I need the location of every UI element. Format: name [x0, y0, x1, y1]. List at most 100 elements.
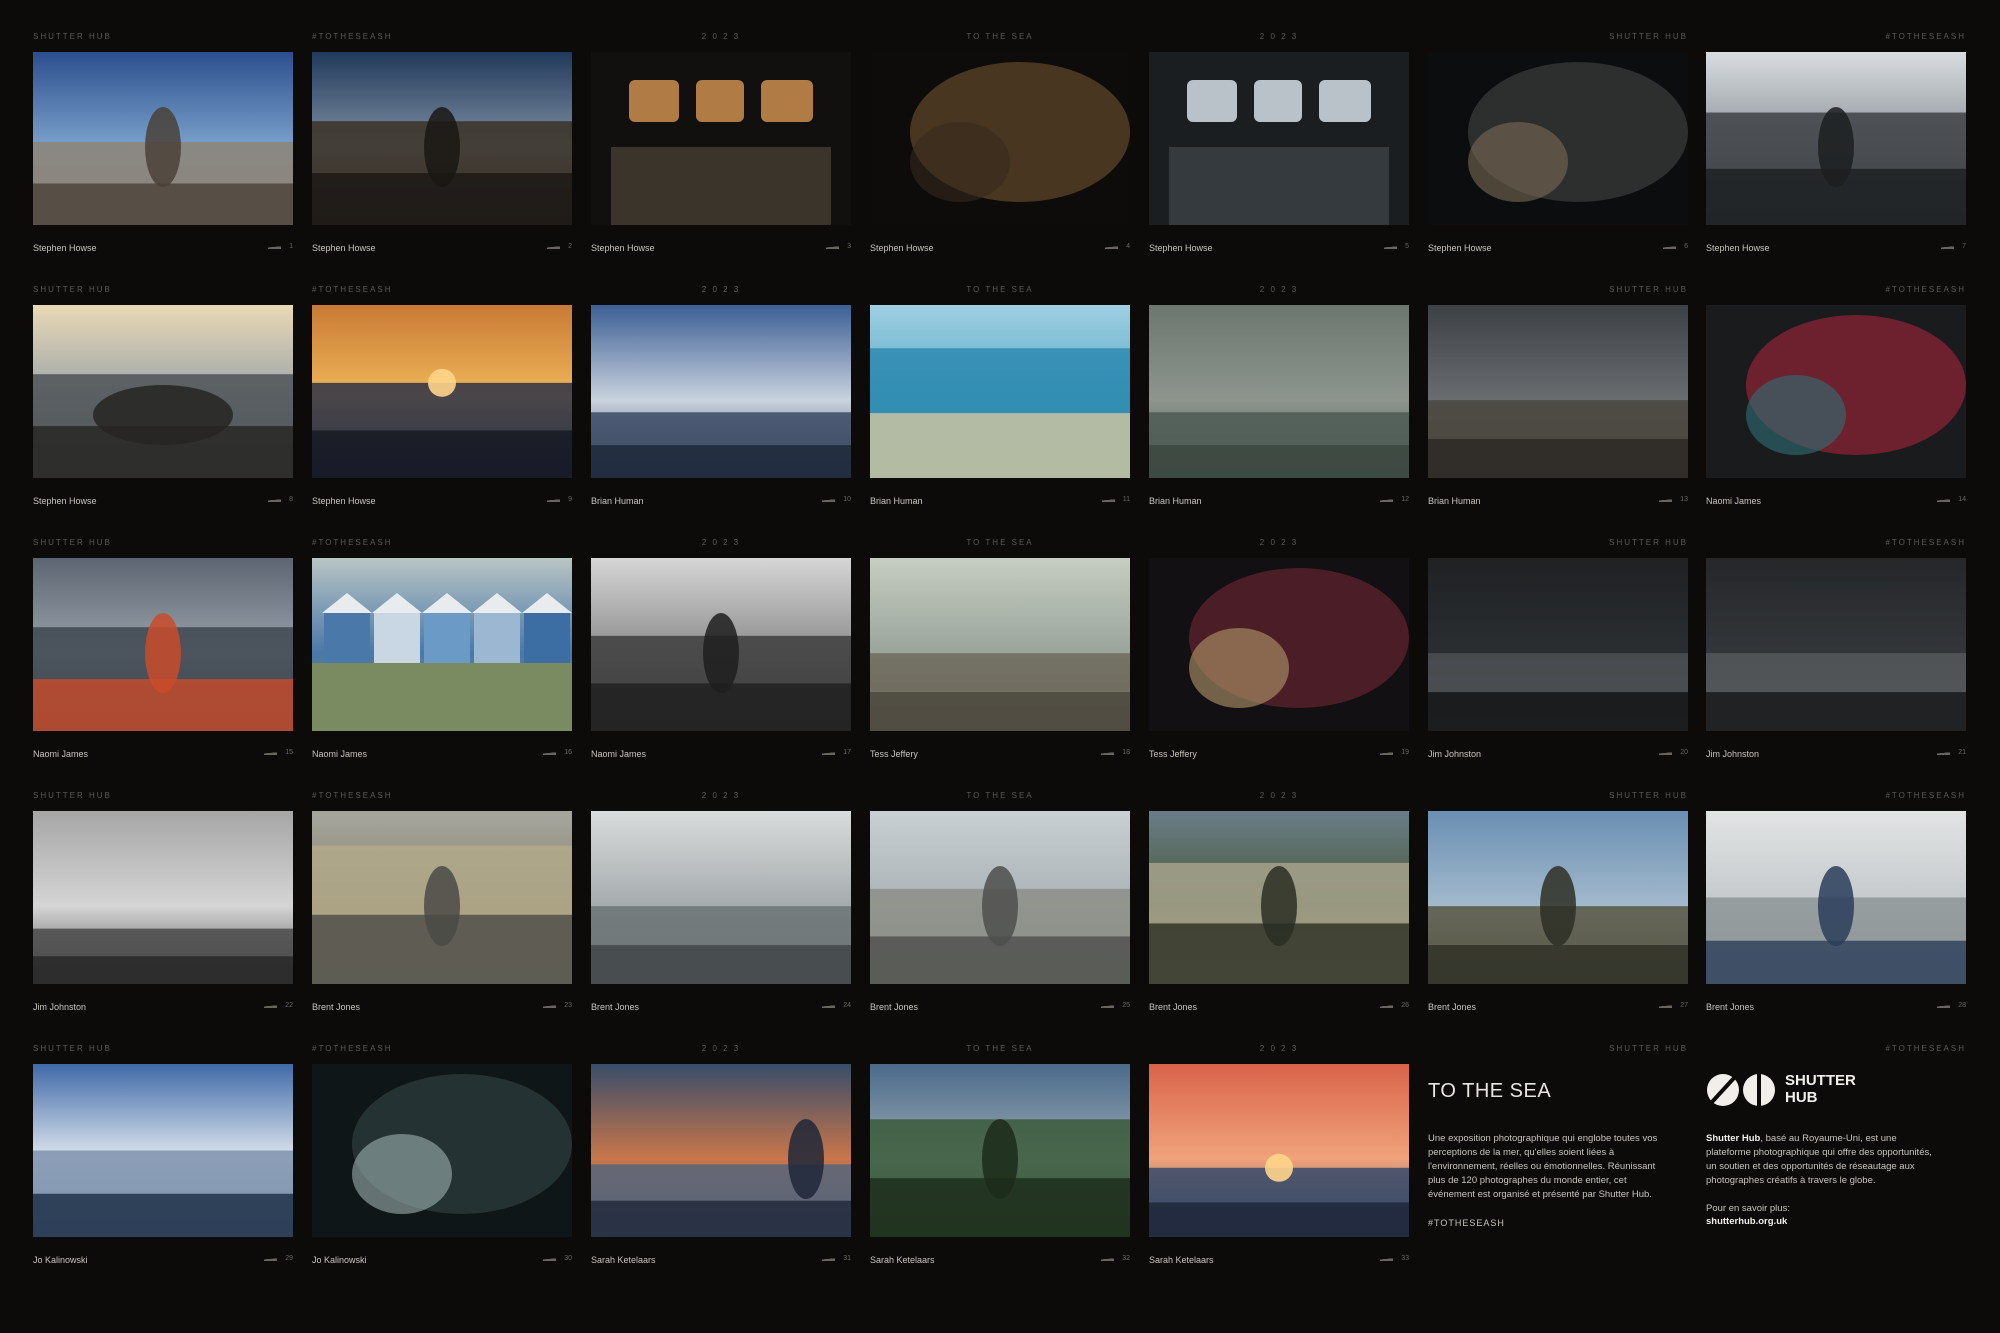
flag-icon: [1105, 244, 1119, 249]
flag-icon: [1380, 497, 1394, 502]
photo-thumbnail[interactable]: [1428, 305, 1688, 478]
photo-number: 26: [1380, 1002, 1409, 1009]
photographer-name: Naomi James: [312, 749, 368, 759]
flag-icon: [268, 497, 282, 502]
photo-thumbnail[interactable]: [1706, 811, 1966, 984]
grid-cell: 2 0 2 3 Stephen Howse 3: [591, 32, 851, 285]
photo-thumbnail[interactable]: [312, 811, 572, 984]
photo-number: 8: [268, 496, 293, 503]
grid-cell: 2 0 2 3 Brian Human 12: [1149, 285, 1409, 538]
grid-cell: SHUTTER HUB Jim Johnston 22: [33, 791, 293, 1044]
photo-number-text: 29: [285, 1255, 293, 1262]
photo-thumbnail[interactable]: [1149, 1064, 1409, 1237]
flag-icon: [1380, 750, 1394, 755]
photo-number-text: 20: [1680, 749, 1688, 756]
exhibition-hashtag: #TOTHESEASH: [1428, 1218, 1505, 1228]
photo-thumbnail[interactable]: [1428, 558, 1688, 731]
photo-image: [591, 1064, 851, 1237]
photo-number-text: 8: [289, 496, 293, 503]
photo-image: [870, 52, 1130, 225]
photo-thumbnail[interactable]: [33, 558, 293, 731]
photo-number: 5: [1384, 243, 1409, 250]
photo-image: [1149, 305, 1409, 478]
photo-thumbnail[interactable]: [1428, 52, 1688, 225]
photo-thumbnail[interactable]: [312, 305, 572, 478]
photo-thumbnail[interactable]: [591, 52, 851, 225]
photo-thumbnail[interactable]: [591, 1064, 851, 1237]
grid-cell: SHUTTER HUB Stephen Howse 6: [1428, 32, 1688, 285]
photo-thumbnail[interactable]: [312, 1064, 572, 1237]
photo-number: 10: [822, 496, 851, 503]
photo-image: [33, 52, 293, 225]
photo-image: [1706, 305, 1966, 478]
flag-icon: [826, 244, 840, 249]
photographer-name: Naomi James: [591, 749, 647, 759]
grid-cell: #TOTHESEASH Naomi James 16: [312, 538, 572, 791]
column-header: #TOTHESEASH: [312, 538, 393, 547]
flag-icon: [1101, 1256, 1115, 1261]
photo-number: 22: [264, 1002, 293, 1009]
photo-thumbnail[interactable]: [1706, 305, 1966, 478]
grid-cell: #TOTHESEASH Naomi James 14: [1706, 285, 1966, 538]
photo-image: [870, 1064, 1130, 1237]
photo-thumbnail[interactable]: [1149, 811, 1409, 984]
photo-image: [1706, 811, 1966, 984]
photo-image: [1706, 558, 1966, 731]
photo-thumbnail[interactable]: [870, 811, 1130, 984]
photo-number-text: 11: [1122, 496, 1130, 503]
photo-number: 14: [1937, 496, 1966, 503]
photo-thumbnail[interactable]: [312, 52, 572, 225]
flag-icon: [264, 1256, 278, 1261]
photographer-name: Stephen Howse: [591, 243, 655, 253]
photo-image: [1706, 52, 1966, 225]
photo-number: 9: [547, 496, 572, 503]
grid-cell: #TOTHESEASH Brent Jones 28: [1706, 791, 1966, 1044]
photo-thumbnail[interactable]: [870, 305, 1130, 478]
photo-number: 19: [1380, 749, 1409, 756]
photo-thumbnail[interactable]: [1149, 305, 1409, 478]
photo-image: [870, 305, 1130, 478]
photo-image: [312, 1064, 572, 1237]
grid-cell: 2 0 2 3 Stephen Howse 5: [1149, 32, 1409, 285]
photo-thumbnail[interactable]: [33, 52, 293, 225]
photo-number: 13: [1659, 496, 1688, 503]
flag-icon: [264, 750, 278, 755]
column-header: TO THE SEA: [966, 32, 1034, 41]
photo-thumbnail[interactable]: [870, 52, 1130, 225]
website-link[interactable]: shutterhub.org.uk: [1706, 1216, 1787, 1227]
photo-thumbnail[interactable]: [591, 558, 851, 731]
photo-thumbnail[interactable]: [591, 811, 851, 984]
photographer-name: Naomi James: [33, 749, 89, 759]
flag-icon: [1101, 750, 1115, 755]
grid-cell: TO THE SEA Sarah Ketelaars 32: [870, 1044, 1130, 1297]
column-header: SHUTTER HUB: [33, 791, 112, 800]
photo-thumbnail[interactable]: [1149, 558, 1409, 731]
column-header: #TOTHESEASH: [1885, 538, 1966, 547]
photo-thumbnail[interactable]: [1706, 52, 1966, 225]
flag-icon: [1101, 497, 1115, 502]
photo-image: [1149, 558, 1409, 731]
flag-icon: [822, 497, 836, 502]
photo-thumbnail[interactable]: [33, 1064, 293, 1237]
grid-cell: #TOTHESEASH Brent Jones 23: [312, 791, 572, 1044]
photo-thumbnail[interactable]: [1149, 52, 1409, 225]
grid-cell: #TOTHESEASH Stephen Howse 7: [1706, 32, 1966, 285]
photo-thumbnail[interactable]: [33, 305, 293, 478]
grid-cell: 2 0 2 3 Naomi James 17: [591, 538, 851, 791]
photo-thumbnail[interactable]: [33, 811, 293, 984]
grid-cell: TO THE SEA Brian Human 11: [870, 285, 1130, 538]
grid-cell: 2 0 2 3 Brent Jones 26: [1149, 791, 1409, 1044]
photo-thumbnail[interactable]: [312, 558, 572, 731]
photo-number: 12: [1380, 496, 1409, 503]
grid-cell: #TOTHESEASH Jo Kalinowski 30: [312, 1044, 572, 1297]
logo-line-1: SHUTTER: [1785, 1072, 1856, 1089]
photo-number-text: 32: [1122, 1255, 1130, 1262]
photo-thumbnail[interactable]: [1706, 558, 1966, 731]
flag-icon: [1380, 1003, 1394, 1008]
photo-thumbnail[interactable]: [591, 305, 851, 478]
photo-thumbnail[interactable]: [870, 558, 1130, 731]
photo-number-text: 22: [285, 1002, 293, 1009]
photo-thumbnail[interactable]: [1428, 811, 1688, 984]
photo-thumbnail[interactable]: [870, 1064, 1130, 1237]
photo-number: 29: [264, 1255, 293, 1262]
